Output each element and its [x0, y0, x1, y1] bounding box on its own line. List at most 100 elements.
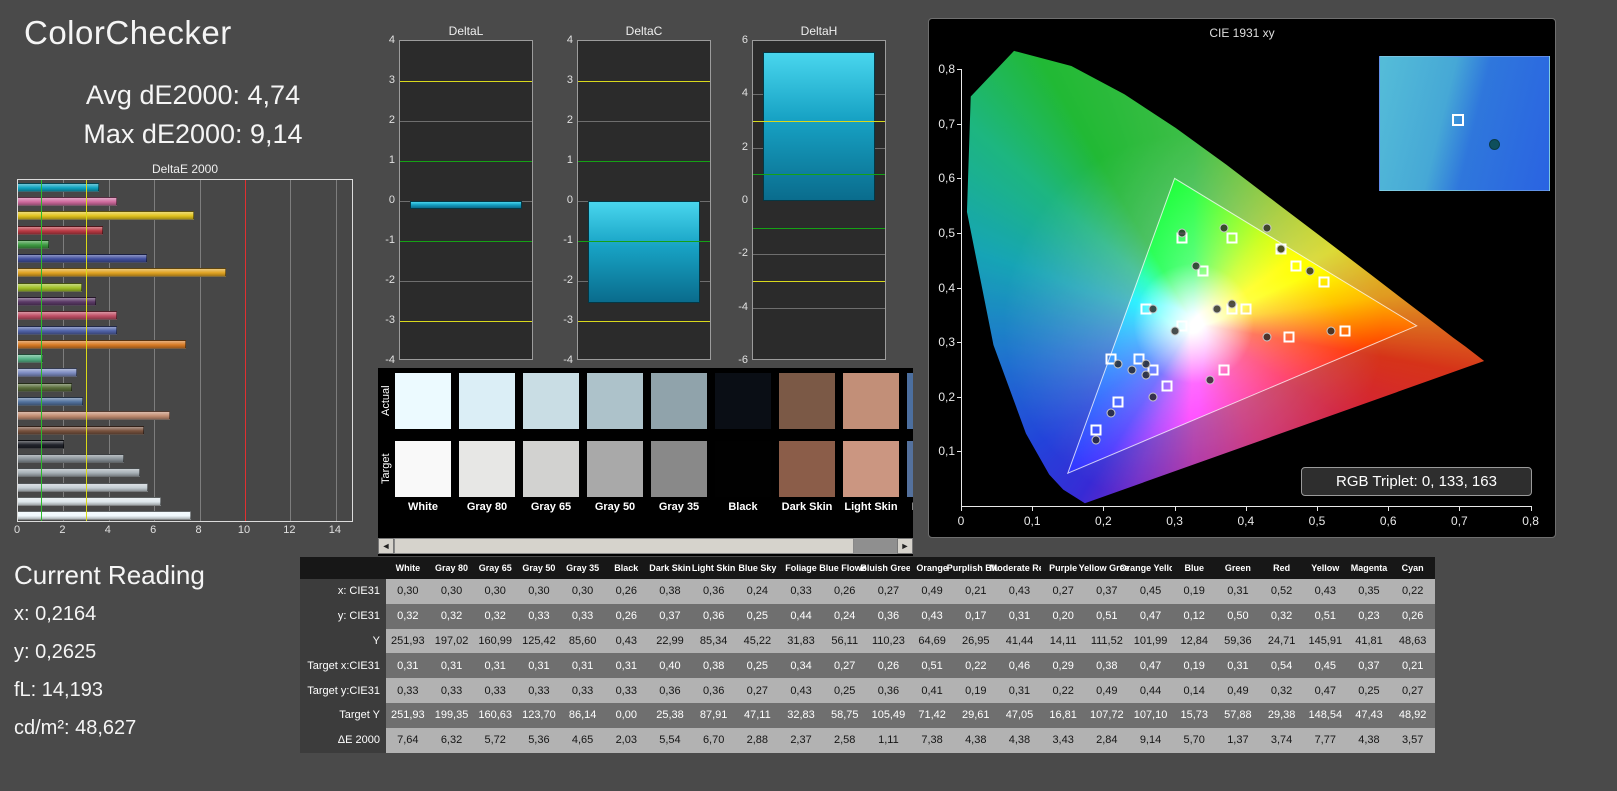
table-header: Red: [1259, 557, 1304, 579]
table-cell: 0,26: [604, 603, 649, 629]
table-cell: 0,29: [1041, 653, 1085, 679]
scroll-right-button[interactable]: ►: [897, 538, 913, 554]
table-cell: 4,38: [997, 727, 1042, 753]
swatch-target: [459, 441, 515, 497]
scroll-thumb[interactable]: [394, 538, 854, 554]
x-tick-label: 10: [237, 524, 251, 536]
deltae2000-bar-chart: DeltaE 2000 0 2 4 6 8 10 12 14: [14, 162, 353, 538]
table-header: Foliage: [779, 557, 823, 579]
cie-x-tick-label: 0,5: [1308, 514, 1326, 528]
cie-measured-point: [1148, 304, 1158, 314]
table-cell: 0,26: [1390, 603, 1435, 629]
cie-measured-point: [1227, 299, 1237, 309]
table-cell: 9,14: [1128, 727, 1173, 753]
table-cell: 0,30: [386, 579, 430, 604]
delta-plot: [577, 40, 711, 360]
cie-measured-point: [1262, 332, 1272, 342]
table-header: Cyan: [1390, 557, 1435, 579]
gridline: [400, 121, 532, 122]
table-cell: 16,81: [1041, 702, 1085, 728]
current-reading: Current Reading x: 0,2164 y: 0,2625 fL: 14…: [14, 560, 205, 755]
table-cell: 0,38: [691, 653, 736, 679]
cie-measured-point: [1177, 228, 1187, 238]
cie-measured-point: [1106, 408, 1116, 418]
table-header: Moderate Red: [990, 557, 1049, 579]
gridline: [290, 180, 292, 521]
cie-target-point: [1218, 364, 1230, 375]
delta-c-chart: DeltaC 4 3 2 1 0 -1 -2 -3 -4: [547, 24, 711, 366]
delta-c-title: DeltaC: [625, 24, 663, 38]
target-line: [578, 161, 710, 162]
swatch-name: Light Skin: [844, 501, 898, 513]
cie-x-tick-label: 0: [957, 514, 965, 528]
cie-measured-point: [1170, 326, 1180, 336]
table-cell: 0,14: [1172, 678, 1217, 703]
table-cell: 0,32: [473, 603, 518, 629]
cie-x-tickmark: [1388, 507, 1390, 511]
table-cell: 0,31: [386, 653, 430, 679]
cie-measured-point: [1141, 359, 1151, 369]
swatch-name: Dark Skin: [781, 501, 833, 513]
table-cell: 0,36: [866, 678, 911, 703]
table-cell: 197,02: [429, 628, 474, 654]
table-cell: 0,23: [1347, 603, 1391, 629]
deltae-bar: [18, 397, 84, 407]
table-row-label: Y: [300, 628, 386, 654]
swatch-actual: [587, 373, 643, 429]
swatch-target: [395, 441, 451, 497]
swatch-name: Blue Sky: [904, 501, 913, 513]
table-cell: 0,31: [1216, 579, 1260, 604]
swatch-row-label: Actual: [380, 385, 392, 417]
table-cell: 0,27: [822, 653, 867, 679]
swatch-scrollbar[interactable]: ◄ ►: [378, 538, 913, 554]
y-tick-label: -1: [563, 234, 573, 246]
scroll-left-button[interactable]: ◄: [378, 538, 394, 554]
cie-measured-point: [1127, 365, 1137, 374]
table-cell: 0,43: [1303, 579, 1348, 604]
delta-bar: [588, 201, 700, 303]
table-cell: 0,36: [691, 603, 736, 629]
table-cell: 0,36: [866, 603, 911, 629]
table-cell: 0,38: [648, 579, 692, 604]
cie-target-point: [1090, 424, 1102, 436]
table-cell: 0,33: [560, 603, 605, 629]
cie-y-tick-label: 0,6: [938, 171, 955, 186]
table-cell: 41,81: [1347, 628, 1391, 654]
table-header: Dark Skin: [648, 557, 692, 579]
max-de2000-label: Max dE2000: 9,14: [83, 119, 303, 149]
x-tick-label: 14: [328, 524, 341, 536]
deltae-x-axis: 0 2 4 6 8 10 12 14: [14, 522, 353, 538]
swatch-target: [523, 441, 579, 497]
table-cell: 0,47: [1303, 678, 1348, 703]
cie-y-tickmark: [957, 233, 961, 234]
table-cell: 0,31: [1216, 653, 1260, 679]
table-cell: 2,03: [604, 727, 649, 753]
table-cell: 0,37: [1347, 653, 1391, 679]
table-cell: 107,72: [1085, 702, 1129, 728]
table-cell: 0,33: [517, 678, 561, 703]
table-cell: 0,30: [560, 579, 605, 604]
cie-x-tick-label: 0,8: [1522, 514, 1539, 528]
y-tick-label: -4: [738, 300, 748, 313]
y-tick-label: -1: [385, 234, 395, 246]
deltae-bar: [18, 368, 77, 378]
cie-target-point: [1226, 232, 1238, 244]
gridline: [753, 254, 885, 256]
page-title: ColorChecker: [24, 14, 232, 51]
table-cell: 0,49: [910, 579, 954, 604]
inset-target-marker: [1452, 114, 1464, 126]
table-cell: 1,11: [866, 727, 911, 753]
table-cell: 24,71: [1259, 628, 1304, 654]
deltae-bar: [18, 311, 118, 321]
cie-x-tickmark: [1245, 507, 1247, 511]
cie-target-point: [1240, 303, 1252, 315]
current-reading-value: x: 0,2164: [14, 603, 97, 625]
table-cell: 111,52: [1085, 628, 1129, 654]
table-header: Orange Yellow: [1120, 557, 1181, 579]
table-cell: 0,43: [779, 678, 823, 703]
cie-x-tick-label: 0,6: [1379, 514, 1397, 528]
table-cell: 4,38: [953, 727, 998, 753]
y-tick-label: 4: [388, 34, 395, 46]
table-cell: 14,11: [1041, 628, 1085, 654]
table-cell: 0,32: [386, 603, 430, 629]
